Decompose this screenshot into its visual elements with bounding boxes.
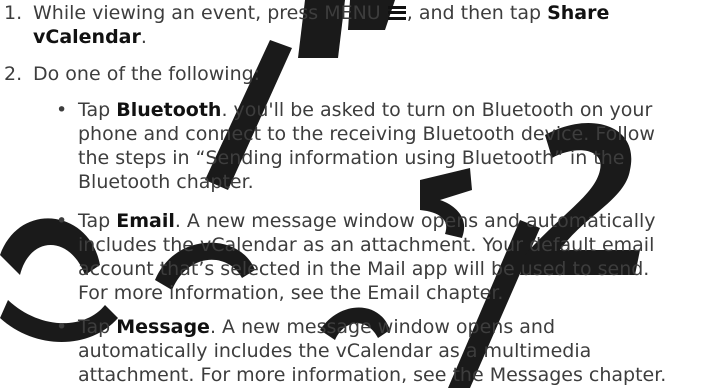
bullet-line: Bluetooth chapter.: [78, 171, 254, 193]
step-number: 2.: [4, 63, 23, 85]
bullet-line: account that’s selected in the Mail app …: [78, 258, 650, 280]
bullet-line: the steps in “Sending information using …: [78, 147, 625, 169]
menu-icon: [387, 5, 406, 20]
step-text: While viewing an event, press MENU , and…: [33, 1, 693, 49]
bullet-line: . A new message window opens and automat…: [174, 210, 656, 232]
message-label: Message: [116, 316, 210, 338]
step-text: Do one of the following:: [33, 63, 261, 85]
bullet-dot: •: [56, 316, 68, 338]
bullet-line: . A new message window opens and: [209, 316, 556, 338]
tap-word: Tap: [78, 316, 117, 338]
step-text-part: .: [140, 26, 147, 48]
bullet-dot: •: [56, 210, 68, 232]
bullet-line: . you'll be asked to turn on Bluetooth o…: [221, 99, 653, 121]
tap-word: Tap: [78, 210, 117, 232]
bullet-text: Tap Message. A new message window opens …: [78, 315, 703, 387]
bullet-line: phone and connect to the receiving Bluet…: [78, 123, 655, 145]
tap-word: Tap: [78, 99, 117, 121]
step-number: 1.: [4, 2, 23, 24]
step-text-part: While viewing an event, press MENU: [33, 2, 387, 24]
bullet-line: For more information, see the Email chap…: [78, 282, 504, 304]
bluetooth-label: Bluetooth: [116, 99, 222, 121]
bullet-dot: •: [56, 99, 68, 121]
bullet-line: attachment. For more information, see th…: [78, 364, 667, 386]
bullet-text: Tap Bluetooth. you'll be asked to turn o…: [78, 98, 703, 194]
bullet-line: automatically includes the vCalendar as …: [78, 340, 592, 362]
bullet-text: Tap Email. A new message window opens an…: [78, 209, 703, 305]
email-label: Email: [116, 210, 175, 232]
share-vcalendar-label: Share: [547, 2, 610, 24]
bullet-line: includes the vCalendar as an attachment.…: [78, 234, 655, 256]
step-text-part: , and then tap: [406, 2, 548, 24]
share-vcalendar-label: vCalendar: [33, 26, 141, 48]
